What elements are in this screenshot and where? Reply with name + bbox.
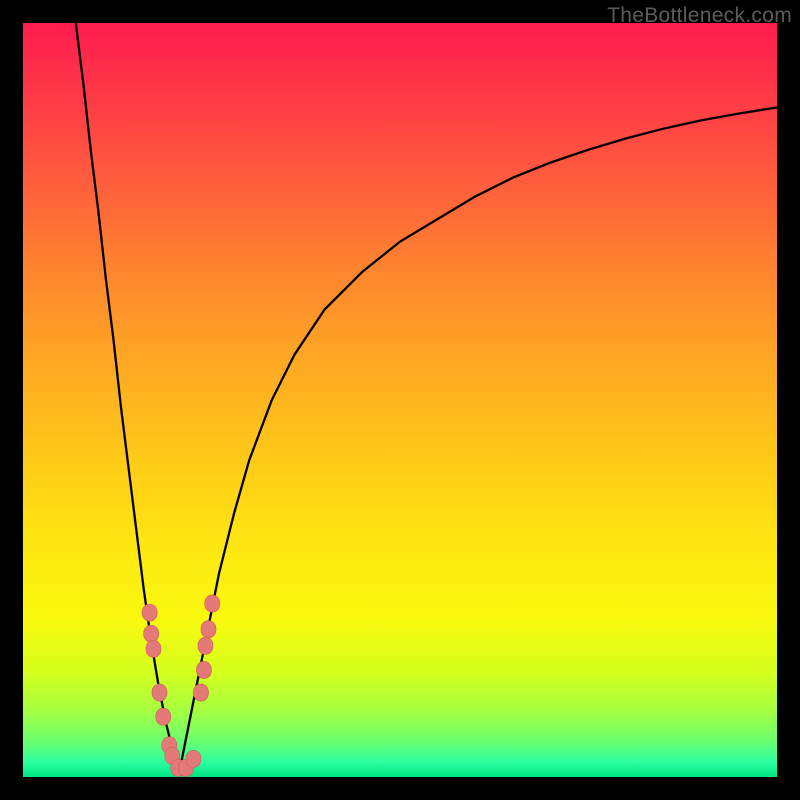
marker-dot xyxy=(156,708,171,725)
curve-left xyxy=(76,23,180,769)
marker-dot xyxy=(152,684,167,701)
outer-frame: TheBottleneck.com xyxy=(0,0,800,800)
watermark-text: TheBottleneck.com xyxy=(607,4,792,28)
marker-dot xyxy=(144,625,159,642)
marker-dot xyxy=(198,637,213,654)
plot-area xyxy=(23,23,777,777)
marker-dot xyxy=(196,661,211,678)
marker-dot xyxy=(205,595,220,612)
marker-dot xyxy=(193,684,208,701)
curve-right xyxy=(180,107,777,769)
marker-dot xyxy=(142,604,157,621)
marker-dot xyxy=(146,640,161,657)
chart-svg xyxy=(23,23,777,777)
marker-dot xyxy=(186,750,201,767)
marker-cluster xyxy=(142,595,220,776)
marker-dot xyxy=(201,621,216,638)
